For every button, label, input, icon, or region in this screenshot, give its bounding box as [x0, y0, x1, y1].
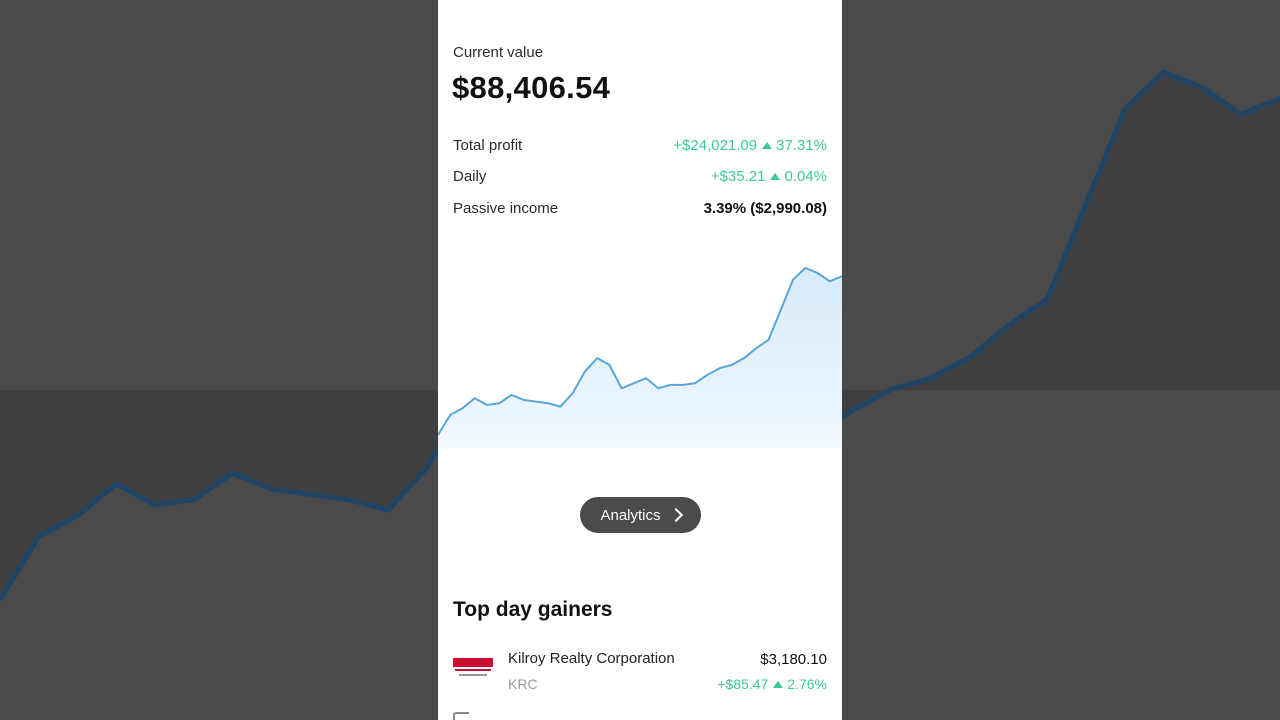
total-profit-row: Total profit +$24,021.09 37.31% [453, 137, 827, 157]
passive-income-row: Passive income 3.39% ($2,990.08) [453, 200, 827, 220]
portfolio-chart[interactable] [438, 230, 842, 450]
portfolio-panel: Current value $88,406.54 Total profit +$… [438, 0, 842, 720]
next-item-icon [453, 712, 469, 720]
daily-row: Daily +$35.21 0.04% [453, 168, 827, 188]
chart-area [438, 268, 842, 448]
analytics-button[interactable]: Analytics [580, 497, 701, 533]
passive-income-value: 3.39% ($2,990.08) [703, 200, 827, 217]
total-profit-value: +$24,021.09 [673, 137, 758, 154]
stock-name: Kilroy Realty Corporation [508, 650, 675, 667]
current-value: $88,406.54 [452, 70, 611, 105]
total-profit-percent: 37.31% [776, 137, 827, 154]
total-profit-value-group: +$24,021.09 37.31% [673, 137, 827, 154]
top-day-gainers-title: Top day gainers [453, 598, 613, 621]
daily-percent: 0.04% [784, 168, 827, 185]
chevron-right-icon [668, 507, 683, 523]
daily-value: +$35.21 [710, 168, 766, 185]
stock-change-percent: 2.76% [787, 676, 827, 692]
current-value-label: Current value [453, 44, 544, 61]
daily-label: Daily [453, 168, 487, 185]
stock-change-group: +$85.47 2.76% [717, 676, 827, 692]
analytics-button-label: Analytics [600, 506, 661, 524]
up-triangle-icon [773, 680, 784, 688]
kilroy-realty-logo [453, 658, 493, 682]
list-item[interactable]: Kilroy Realty Corporation KRC $3,180.10 … [453, 646, 827, 698]
daily-value-group: +$35.21 0.04% [711, 168, 827, 185]
passive-income-label: Passive income [453, 200, 559, 217]
up-triangle-icon [770, 172, 781, 180]
total-profit-label: Total profit [453, 137, 523, 154]
stock-value: $3,180.10 [760, 651, 827, 668]
stock-change: +$85.47 [717, 676, 769, 692]
up-triangle-icon [762, 141, 773, 149]
stock-ticker: KRC [508, 676, 538, 692]
